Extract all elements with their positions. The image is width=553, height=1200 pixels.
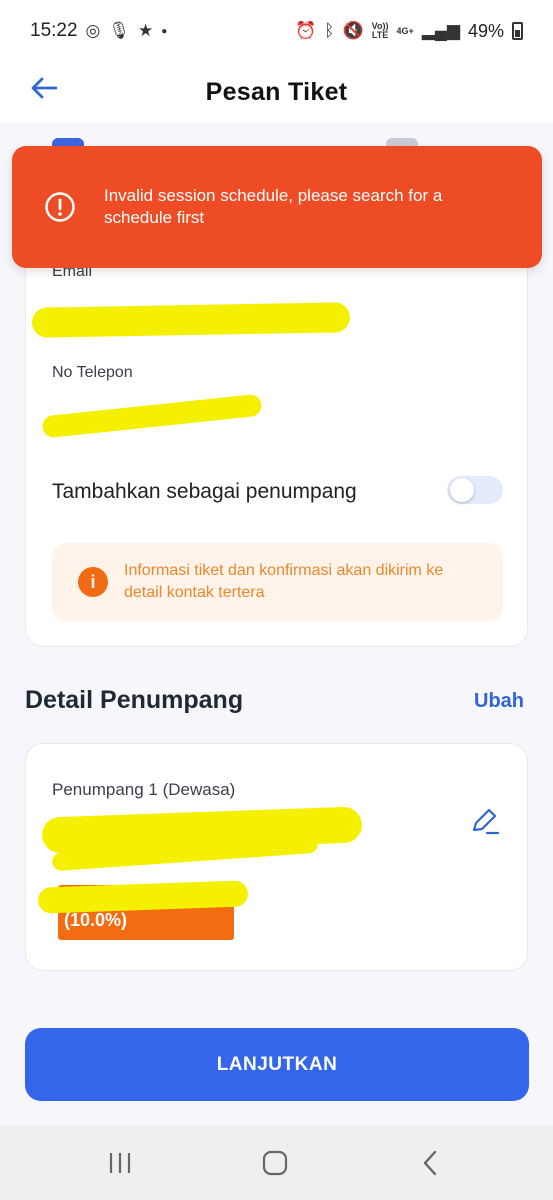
info-icon: i: [78, 567, 108, 597]
status-bar: 15:22 ◎ 🎙 ★ ● ⏰ ᛒ 🔇 Vo)) LTE 4G+ ▂▄▆ 49%: [0, 0, 553, 62]
home-button[interactable]: [255, 1146, 295, 1180]
toggle-knob: [450, 478, 474, 502]
redacted-phone: [41, 393, 263, 439]
recent-apps-button[interactable]: [100, 1146, 140, 1180]
toast-message: Invalid session schedule, please search …: [104, 186, 443, 227]
error-toast[interactable]: Invalid session schedule, please search …: [12, 146, 542, 268]
info-text: Informasi tiket dan konfirmasi akan diki…: [124, 562, 444, 601]
alert-circle-icon: [45, 192, 75, 222]
mute-icon: 🔇: [342, 21, 364, 40]
bluetooth-icon: ᛒ: [324, 21, 335, 40]
passenger-card[interactable]: Penumpang 1 (Dewasa) (10.0%): [25, 743, 528, 971]
back-button[interactable]: [26, 70, 62, 106]
home-icon: [262, 1150, 288, 1176]
instagram-icon: ◎: [85, 21, 101, 40]
arrow-left-icon: [31, 77, 58, 99]
phone-label: No Telepon: [52, 364, 133, 381]
edit-passengers-link[interactable]: Ubah: [474, 690, 524, 713]
status-time: 15:22: [30, 20, 78, 41]
edit-passenger-button[interactable]: [468, 804, 502, 838]
system-nav-bar: [0, 1126, 553, 1200]
star-icon: ★: [137, 21, 154, 40]
dot-icon: ●: [161, 25, 168, 37]
alarm-icon: ⏰: [295, 21, 317, 40]
signal-icon: ▂▄▆: [421, 21, 460, 40]
add-passenger-toggle[interactable]: [447, 476, 503, 504]
status-left: 15:22 ◎ 🎙 ★ ●: [30, 20, 167, 42]
pencil-icon: [472, 808, 500, 835]
chevron-left-icon: [423, 1150, 437, 1176]
add-passenger-label: Tambahkan sebagai penumpang: [52, 480, 357, 503]
info-box: i Informasi tiket dan konfirmasi akan di…: [52, 543, 503, 621]
contact-card: Email No Telepon Tambahkan sebagai penum…: [25, 232, 528, 647]
redacted-email: [31, 302, 351, 338]
back-nav-button[interactable]: [410, 1146, 450, 1180]
battery-icon: [512, 22, 523, 40]
status-right: ⏰ ᛒ 🔇 Vo)) LTE 4G+ ▂▄▆ 49%: [295, 21, 523, 42]
network-type: 4G+: [396, 25, 414, 36]
passenger-section-title: Detail Penumpang: [25, 686, 244, 714]
app-header: Pesan Tiket: [0, 62, 553, 122]
continue-button[interactable]: LANJUTKAN: [25, 1028, 529, 1101]
page-title: Pesan Tiket: [205, 77, 348, 106]
battery-percent: 49%: [467, 20, 504, 41]
microphone-icon: 🎙: [108, 21, 130, 40]
passenger-label: Penumpang 1 (Dewasa): [52, 780, 236, 799]
volte-indicator: Vo)) LTE: [372, 22, 389, 40]
volte-bottom: LTE: [371, 30, 389, 40]
badge-text: (10.0%): [64, 910, 128, 930]
recent-apps-icon: [109, 1153, 131, 1173]
